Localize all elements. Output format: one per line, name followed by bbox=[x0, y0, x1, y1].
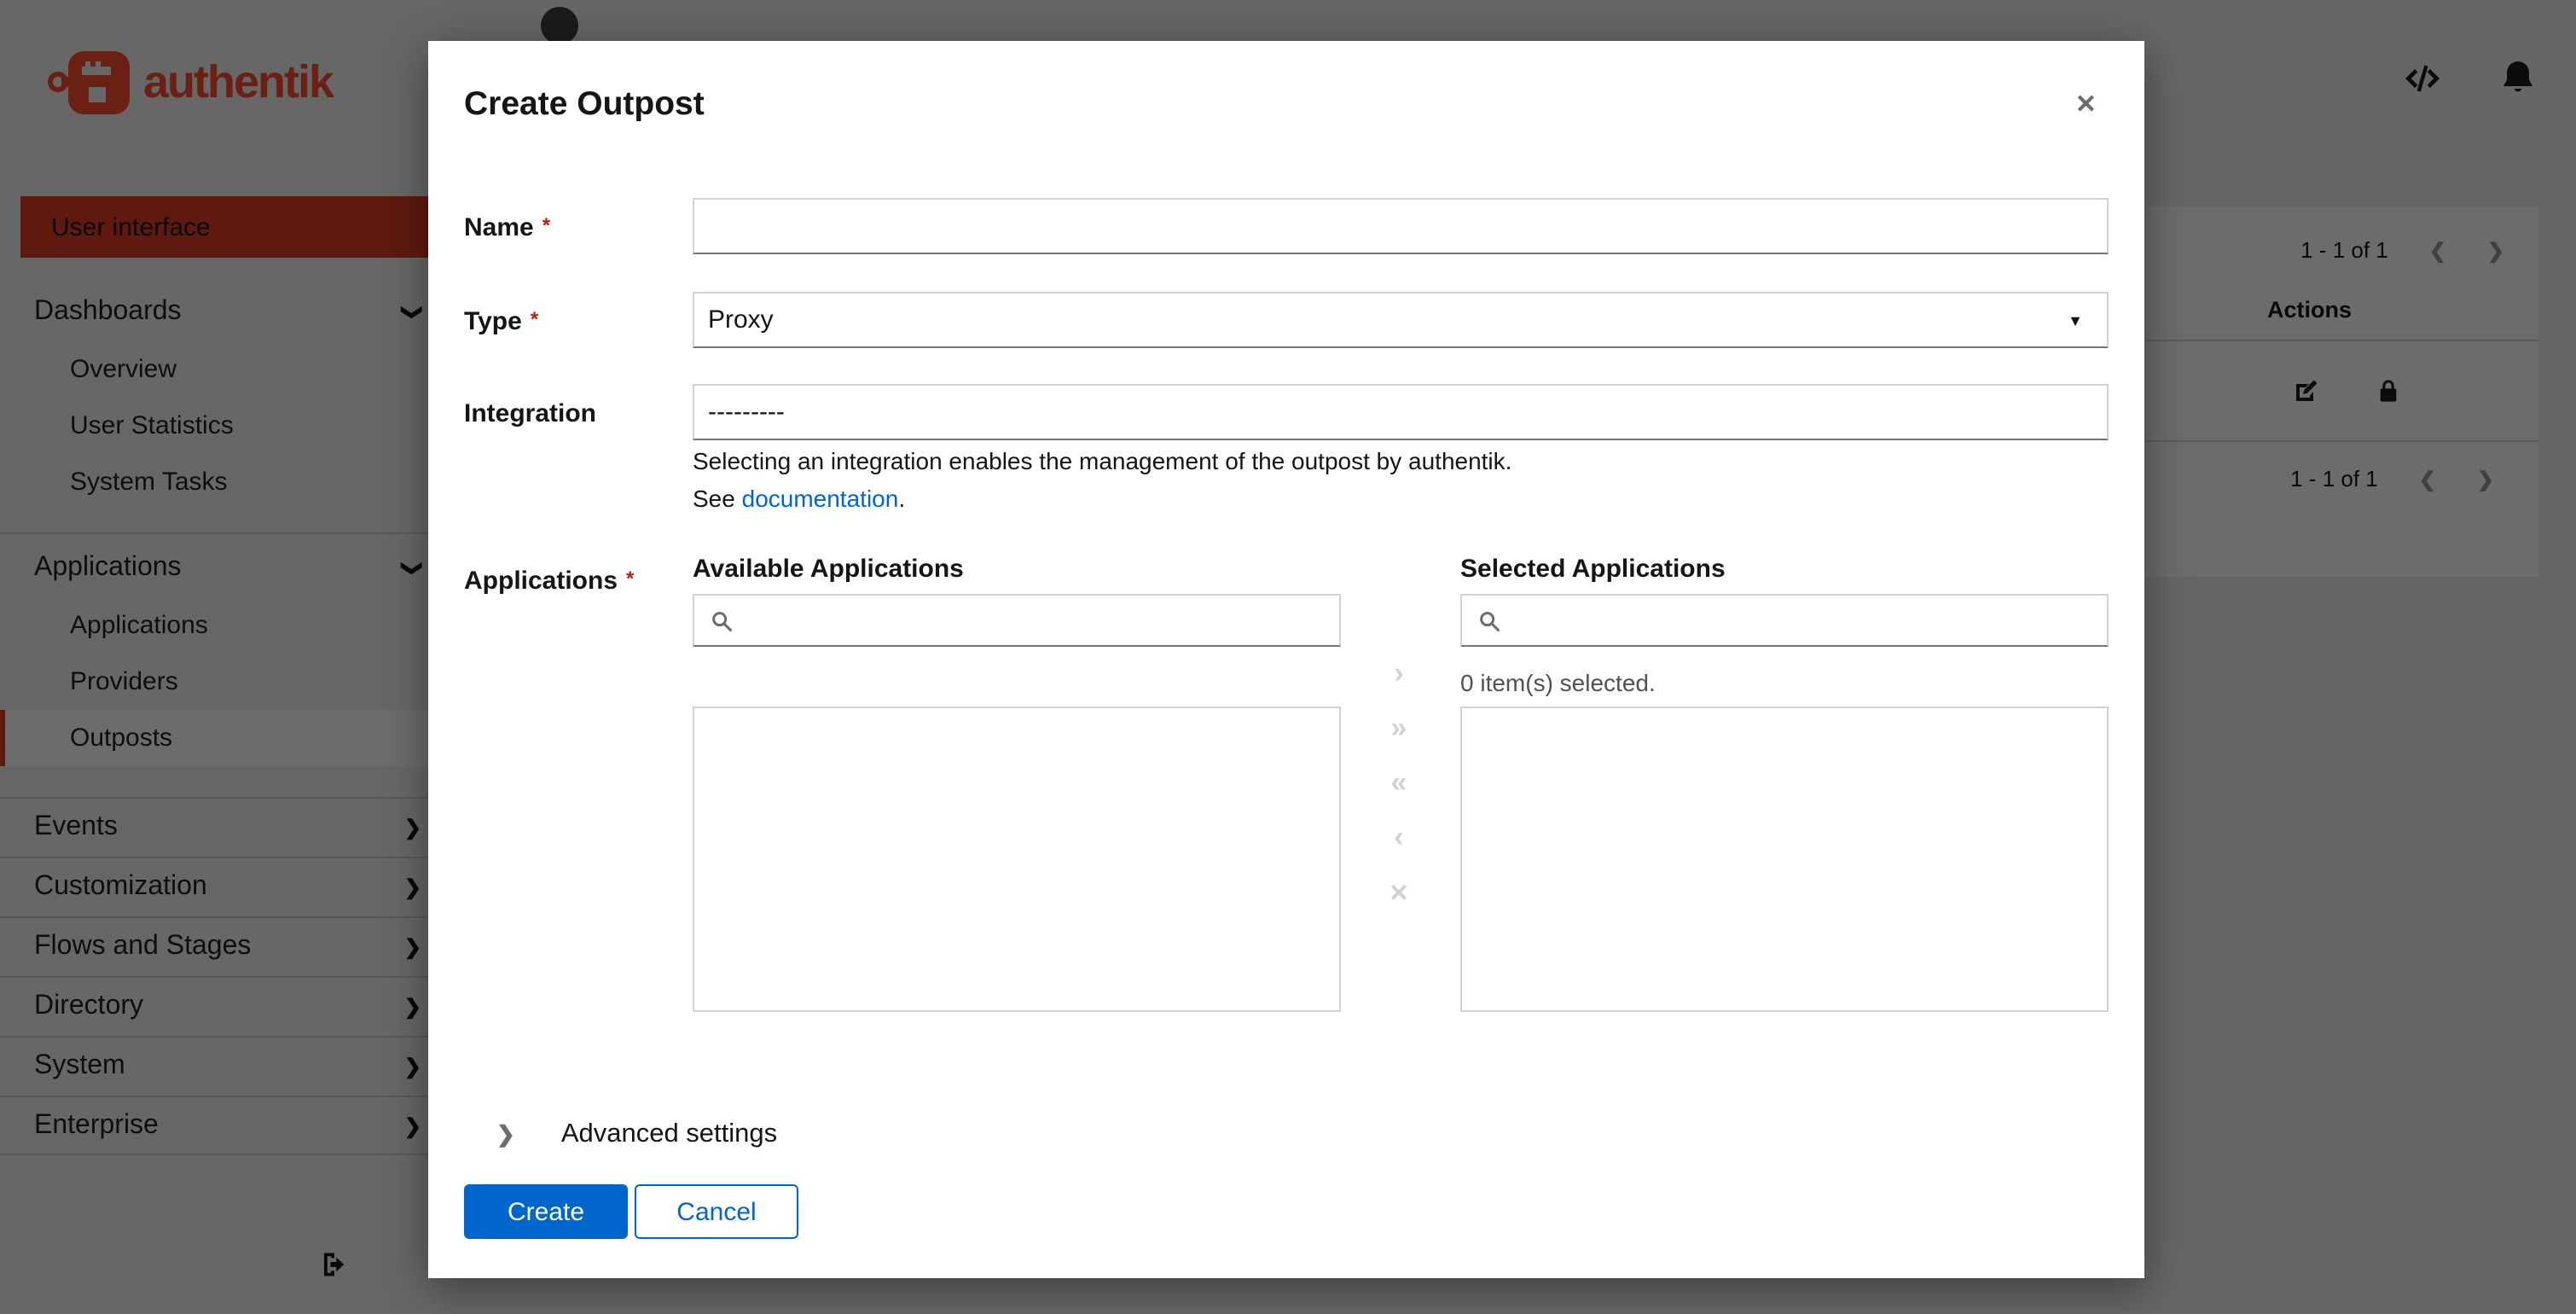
modal-title: Create Outpost bbox=[464, 85, 705, 125]
integration-select-value: --------- bbox=[708, 398, 785, 427]
cancel-button[interactable]: Cancel bbox=[635, 1184, 798, 1239]
integration-select[interactable]: --------- bbox=[693, 384, 2109, 440]
clear-selection-icon[interactable]: ✕ bbox=[1389, 877, 1408, 908]
selected-applications-header: Selected Applications bbox=[1460, 555, 1726, 584]
help-text: . bbox=[898, 485, 905, 512]
applications-label: Applications * bbox=[464, 567, 634, 596]
type-select-value: Proxy bbox=[708, 305, 774, 334]
available-search bbox=[693, 594, 1341, 647]
advanced-settings-toggle[interactable]: ❯ Advanced settings bbox=[496, 1119, 777, 1150]
close-icon[interactable]: ✕ bbox=[2075, 89, 2097, 119]
integration-help-text: Selecting an integration enables the man… bbox=[693, 447, 1511, 474]
add-selected-button[interactable]: › bbox=[1394, 659, 1403, 689]
add-all-button[interactable]: » bbox=[1391, 713, 1407, 744]
search-icon bbox=[1477, 608, 1501, 632]
integration-label: Integration bbox=[464, 399, 596, 428]
name-input[interactable] bbox=[693, 198, 2109, 254]
advanced-settings-label: Advanced settings bbox=[561, 1119, 777, 1150]
required-marker: * bbox=[626, 567, 634, 590]
create-button[interactable]: Create bbox=[464, 1184, 628, 1239]
remove-all-button[interactable]: « bbox=[1391, 768, 1407, 799]
selected-applications-listbox[interactable] bbox=[1460, 706, 2109, 1012]
name-label: Name * bbox=[464, 213, 550, 242]
available-search-input[interactable] bbox=[734, 596, 1339, 645]
integration-help-line2: See documentation. bbox=[693, 485, 905, 512]
chevron-down-icon: ▼ bbox=[2068, 311, 2083, 328]
selected-count: 0 item(s) selected. bbox=[1460, 669, 1656, 696]
remove-selected-button[interactable]: ‹ bbox=[1394, 823, 1403, 853]
available-applications-listbox[interactable] bbox=[693, 706, 1341, 1012]
documentation-link[interactable]: documentation bbox=[742, 485, 899, 512]
label-text: Name bbox=[464, 213, 534, 242]
app-root: authentik User interface Dashboards ❯ Ov… bbox=[0, 0, 2576, 1314]
required-marker: * bbox=[542, 213, 550, 237]
help-text: See bbox=[693, 485, 742, 512]
label-text: Type bbox=[464, 307, 522, 336]
selected-search-input[interactable] bbox=[1501, 596, 2107, 645]
create-outpost-modal: Create Outpost ✕ Name * Type * Proxy ▼ Int… bbox=[428, 41, 2144, 1278]
type-select[interactable]: Proxy ▼ bbox=[693, 292, 2109, 348]
required-marker: * bbox=[531, 307, 538, 331]
transfer-controls: › » « ‹ ✕ bbox=[1377, 659, 1421, 908]
chevron-right-icon: ❯ bbox=[496, 1121, 515, 1148]
label-text: Applications bbox=[464, 567, 618, 596]
type-label: Type * bbox=[464, 307, 538, 336]
available-applications-header: Available Applications bbox=[693, 555, 964, 584]
selected-search bbox=[1460, 594, 2109, 647]
search-icon bbox=[710, 608, 734, 632]
